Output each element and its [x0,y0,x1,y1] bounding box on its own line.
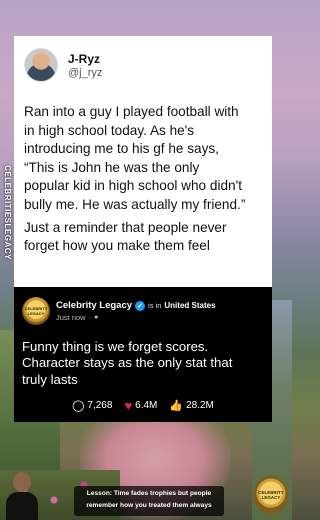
tweet-line: in high school today. As he's [24,122,195,138]
post-location[interactable]: United States [164,301,215,310]
comment-bubble-icon: ◯ [72,399,85,412]
comment-count: 7,268 [87,399,113,411]
caption-line: Lesson: Time fades trophies but people [86,490,212,497]
page-name[interactable]: Celebrity Legacy [56,300,132,311]
brand-badge: CELEBRITY LEGACY [254,476,288,514]
tweet-closing-line: Just a reminder that people never [24,219,227,235]
tweet-line: Ran into a guy I played football with [24,104,239,119]
presenter-avatar [6,470,38,520]
post-time-line: Just now · ● [56,313,216,322]
thumbs-up-stat[interactable]: 👍 28.2M [169,399,214,412]
verified-check-icon: ✓ [135,300,146,311]
like-stat[interactable]: ♥ 6.4M [124,398,157,413]
like-count: 6.4M [135,399,158,411]
side-watermark: CELEBRITIESLEGACY [1,165,13,260]
post-header: CELEBRITY LEGACY Celebrity Legacy ✓ is i… [22,295,264,327]
post-is-in-label: is in [148,301,162,310]
tweet-line: bully me. He was actually my friend.” [24,196,246,212]
post-line: Funny thing is we forget scores. [22,339,209,354]
tweet-body: Ran into a guy I played football with in… [24,103,262,256]
author-handle[interactable]: @j_ryz [68,67,102,79]
post-line: Character stays as the only stat that [22,355,233,371]
thumbs-up-icon: 👍 [169,399,184,412]
tweet-closing-line: forget how you make them feel [24,238,210,254]
post-body: Funny thing is we forget scores. Charact… [22,339,264,388]
post-line: truly lasts [22,371,78,387]
comment-stat[interactable]: ◯ 7,268 [72,399,112,412]
post-stats-bar: ◯ 7,268 ♥ 6.4M 👍 28.2M [14,395,272,415]
tweet-line: “This is John he was the only [24,159,200,175]
facebook-post-card[interactable]: CELEBRITY LEGACY Celebrity Legacy ✓ is i… [14,287,272,422]
post-timestamp[interactable]: Just now [56,313,86,322]
author-avatar[interactable] [24,48,58,82]
side-watermark-text: CELEBRITIESLEGACY [2,165,12,260]
tweet-card[interactable]: J-Ryz @j_ryz Ran into a guy I played foo… [14,36,272,288]
lesson-caption: Lesson: Time fades trophies but people r… [74,486,224,516]
post-meta: Celebrity Legacy ✓ is in United States J… [56,300,216,322]
dot-separator: · [88,313,92,322]
page-logo-text: CELEBRITY LEGACY [24,306,48,316]
tweet-author: J-Ryz @j_ryz [68,52,102,79]
tweet-header: J-Ryz @j_ryz [24,45,262,85]
caption-line: remember how you treated them always [86,502,212,509]
heart-icon: ♥ [124,397,133,413]
tweet-line: popular kid in high school who didn't [24,178,242,194]
presenter-head [13,472,31,492]
brand-badge-text: CELEBRITY LEGACY [258,489,284,501]
thumbs-up-count: 28.2M [186,399,214,411]
globe-icon: ● [94,314,99,321]
author-name[interactable]: J-Ryz [68,52,102,66]
presenter-body [6,492,38,520]
page-logo[interactable]: CELEBRITY LEGACY [22,297,50,325]
tweet-line: introducing me to his gf he says, [24,141,219,157]
post-author-line: Celebrity Legacy ✓ is in United States [56,300,216,311]
